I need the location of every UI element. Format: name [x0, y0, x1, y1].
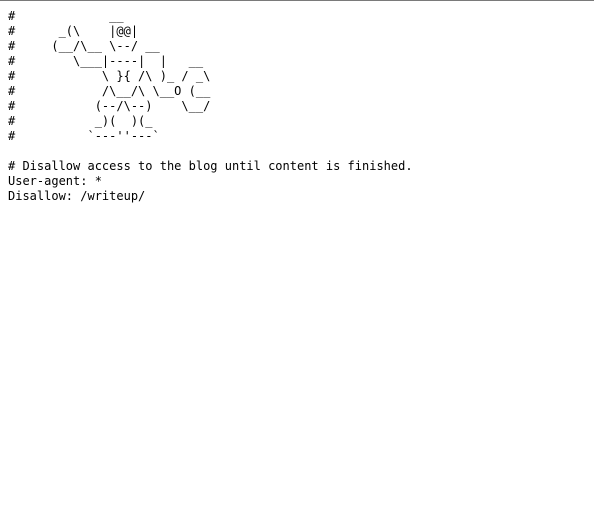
window-top-border — [0, 0, 594, 1]
ascii-art-line: # _(\ |@@| — [8, 24, 139, 38]
ascii-art-line: # \___|----| | __ — [8, 54, 204, 68]
ascii-art-line: # `---''---` — [8, 129, 160, 143]
ascii-art-line: # (__/\__ \--/ __ — [8, 39, 160, 53]
ascii-art-line: # /\__/\ \__O (__ — [8, 84, 211, 98]
robots-txt-content: # __ # _(\ |@@| # (__/\__ \--/ __ # \___|--… — [8, 9, 413, 204]
disallow-directive: Disallow: /writeup/ — [8, 189, 146, 203]
ascii-art-line: # (--/\--) \__/ — [8, 99, 211, 113]
user-agent-directive: User-agent: * — [8, 174, 102, 188]
ascii-art-line: # \ }{ /\ )_ / _\ — [8, 69, 211, 83]
comment-line: # Disallow access to the blog until cont… — [8, 159, 413, 173]
ascii-art-line: # _)( )(_ — [8, 114, 153, 128]
ascii-art-line: # __ — [8, 9, 124, 23]
